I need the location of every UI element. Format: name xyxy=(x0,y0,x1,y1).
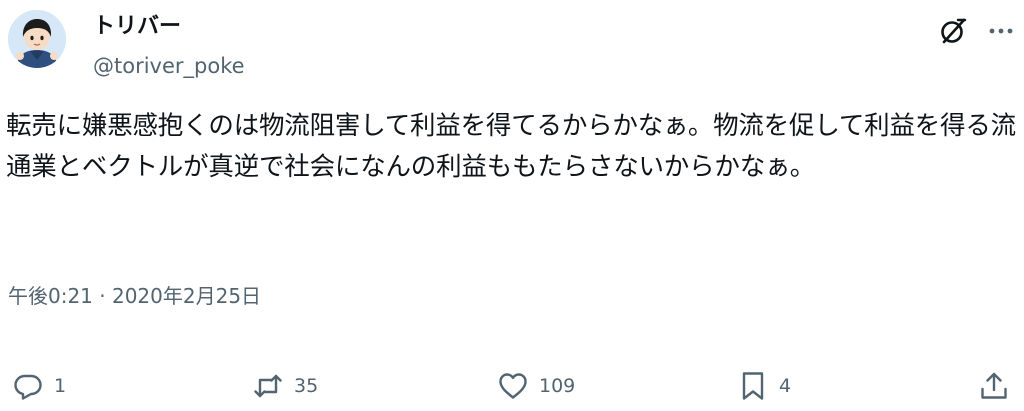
action-bar: 1 35 109 4 xyxy=(0,362,1024,410)
retweet-button[interactable]: 35 xyxy=(252,362,318,410)
share-button[interactable] xyxy=(978,362,1010,410)
retweet-count: 35 xyxy=(294,375,319,397)
heart-icon xyxy=(497,370,529,402)
bookmark-button[interactable]: 4 xyxy=(737,362,791,410)
like-button[interactable]: 109 xyxy=(497,362,575,410)
grok-icon[interactable] xyxy=(938,16,968,46)
bookmark-icon xyxy=(737,370,769,402)
like-count: 109 xyxy=(539,375,576,397)
avatar[interactable] xyxy=(8,10,66,68)
tweet-timestamp[interactable]: 午後0:21 · 2020年2月25日 xyxy=(8,282,261,310)
reply-icon xyxy=(12,370,44,402)
share-icon xyxy=(978,370,1010,402)
avatar-illustration xyxy=(8,10,66,68)
reply-button[interactable]: 1 xyxy=(12,362,66,410)
tweet-header: トリバー @toriver_poke xyxy=(0,0,1024,92)
more-dots-icon[interactable] xyxy=(986,18,1016,44)
display-name[interactable]: トリバー xyxy=(93,13,181,41)
user-handle[interactable]: @toriver_poke xyxy=(93,52,245,80)
retweet-icon xyxy=(252,370,284,402)
tweet-text: 転売に嫌悪感抱くのは物流阻害して利益を得てるからかなぁ。物流を促して利益を得る流… xyxy=(6,111,1016,182)
bookmark-count: 4 xyxy=(779,375,792,397)
reply-count: 1 xyxy=(54,375,67,397)
